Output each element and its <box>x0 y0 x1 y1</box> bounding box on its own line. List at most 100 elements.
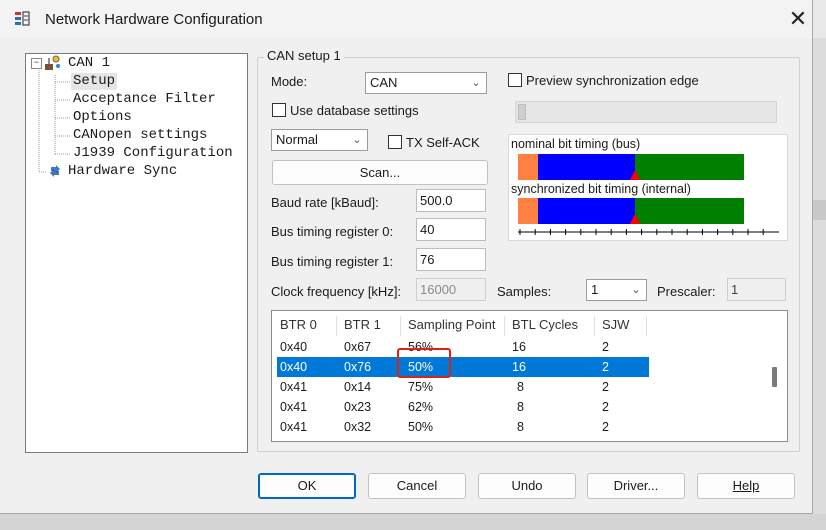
background-window-right-band <box>813 200 826 220</box>
baud-rate-value: 500.0 <box>420 193 453 208</box>
scan-button-label: Scan... <box>359 165 401 180</box>
cell-btr1: 0x14 <box>344 380 372 394</box>
tree-item-canopen-settings[interactable]: CANopen settings <box>73 127 207 144</box>
tree-item-options[interactable]: Options <box>73 109 132 126</box>
tx-self-ack-checkbox[interactable] <box>388 135 402 149</box>
nominal-timing-label: nominal bit timing (bus) <box>511 137 641 151</box>
scan-button[interactable]: Scan... <box>272 160 488 185</box>
cell-btr1: 0x76 <box>344 360 372 374</box>
samples-value: 1 <box>591 282 599 297</box>
sync-edge-slider-thumb[interactable] <box>518 104 526 120</box>
cell-btl-cycles: 8 <box>517 380 524 394</box>
close-icon[interactable]: ✕ <box>789 6 807 31</box>
tree-item-can1[interactable]: CAN 1 <box>68 55 110 72</box>
undo-button-label: Undo <box>511 478 543 493</box>
cell-btl-cycles: 8 <box>517 420 524 434</box>
cell-sjw: 2 <box>602 380 609 394</box>
table-row[interactable]: 0x41 0x23 62% 8 2 <box>277 397 649 417</box>
network-config-icon <box>14 11 30 27</box>
tx-self-ack-label: TX Self-ACK <box>406 135 480 150</box>
tree-item-setup[interactable]: Setup <box>71 73 118 90</box>
column-separator <box>594 316 595 336</box>
baud-rate-label: Baud rate [kBaud]: <box>271 195 379 210</box>
mode-value: CAN <box>370 75 398 90</box>
cell-sjw: 2 <box>602 420 609 434</box>
cell-btr0: 0x40 <box>280 340 308 354</box>
collapse-icon[interactable]: − <box>31 58 42 69</box>
help-button[interactable]: Help <box>697 473 795 499</box>
table-row-selected[interactable]: 0x40 0x76 50% 16 2 <box>277 357 649 377</box>
samples-label: Samples: <box>497 284 552 299</box>
time-axis <box>518 229 779 235</box>
cell-btr0: 0x41 <box>280 380 308 394</box>
column-separator <box>400 316 401 336</box>
use-database-checkbox[interactable] <box>272 103 286 117</box>
btr0-label: Bus timing register 0: <box>271 224 394 239</box>
prescaler-value: 1 <box>731 282 739 297</box>
driver-button-label: Driver... <box>613 478 659 493</box>
annotation-highlight-box <box>397 348 451 378</box>
btr-table[interactable]: BTR 0 BTR 1 Sampling Point BTL Cycles SJ… <box>271 310 788 442</box>
btr1-field[interactable]: 76 <box>416 248 486 271</box>
sync-sample-point-marker <box>630 214 640 224</box>
samples-select[interactable]: 1 ⌄ <box>586 279 647 301</box>
can-setup-group-title: CAN setup 1 <box>264 48 344 63</box>
table-row[interactable]: 0x40 0x67 56% 16 2 <box>277 337 649 357</box>
btr1-value: 76 <box>420 252 435 267</box>
preview-sync-checkbox[interactable] <box>508 73 522 87</box>
baud-rate-field[interactable]: 500.0 <box>416 189 486 212</box>
nominal-prop-segment <box>538 154 635 180</box>
column-separator <box>504 316 505 336</box>
cell-sampling-point: 62% <box>408 400 434 414</box>
table-row[interactable]: 0x41 0x14 75% 8 2 <box>277 377 649 397</box>
cell-btr0: 0x41 <box>280 420 308 434</box>
bit-timing-diagram: nominal bit timing (bus) synchronized bi… <box>508 134 788 241</box>
prescaler-field: 1 <box>727 278 786 301</box>
column-header-sjw[interactable]: SJW <box>602 317 629 332</box>
nominal-sample-point-marker <box>630 170 640 180</box>
tree-item-j1939-configuration[interactable]: J1939 Configuration <box>73 145 233 162</box>
table-row[interactable]: 0x41 0x32 50% 8 2 <box>277 417 649 437</box>
chevron-down-icon: ⌄ <box>352 134 362 146</box>
undo-button[interactable]: Undo <box>478 473 576 499</box>
mode-select[interactable]: CAN ⌄ <box>365 72 487 94</box>
driver-button[interactable]: Driver... <box>587 473 685 499</box>
chevron-down-icon: ⌄ <box>471 77 481 89</box>
close-button[interactable]: ✕ <box>778 4 818 34</box>
window-title: Network Hardware Configuration <box>45 11 263 28</box>
title-bar: Network Hardware Configuration ✕ <box>0 0 812 38</box>
background-window-right <box>813 38 826 518</box>
operating-mode-select[interactable]: Normal ⌄ <box>271 129 368 151</box>
column-header-btl-cycles[interactable]: BTL Cycles <box>512 317 578 332</box>
hardware-sync-icon <box>48 164 62 178</box>
column-separator <box>336 316 337 336</box>
preview-sync-label: Preview synchronization edge <box>526 73 699 88</box>
cell-sjw: 2 <box>602 340 609 354</box>
cancel-button-label: Cancel <box>396 478 438 493</box>
column-header-btr1[interactable]: BTR 1 <box>344 317 381 332</box>
column-header-sampling-point[interactable]: Sampling Point <box>408 317 495 332</box>
chevron-down-icon: ⌄ <box>631 284 641 296</box>
nominal-sync-segment <box>518 154 538 180</box>
cell-btr0: 0x41 <box>280 400 308 414</box>
table-scrollbar-thumb[interactable] <box>772 367 777 387</box>
cell-btr1: 0x67 <box>344 340 372 354</box>
use-database-label: Use database settings <box>290 103 419 118</box>
btr0-field[interactable]: 40 <box>416 218 486 241</box>
ok-button[interactable]: OK <box>258 473 356 499</box>
column-header-btr0[interactable]: BTR 0 <box>280 317 317 332</box>
background-window-bottom <box>0 514 826 530</box>
cell-btr1: 0x32 <box>344 420 372 434</box>
btr1-label: Bus timing register 1: <box>271 254 394 269</box>
config-tree[interactable]: − CAN 1 Setup Acceptance Filter Options … <box>25 53 248 453</box>
can-channel-icon <box>44 55 62 71</box>
tree-item-acceptance-filter[interactable]: Acceptance Filter <box>73 91 216 108</box>
cancel-button[interactable]: Cancel <box>368 473 466 499</box>
sync-phase2-segment <box>635 198 744 224</box>
clock-frequency-field: 16000 <box>416 278 486 301</box>
nominal-phase2-segment <box>635 154 744 180</box>
sync-edge-slider[interactable] <box>515 101 777 123</box>
clock-frequency-label: Clock frequency [kHz]: <box>271 284 402 299</box>
cell-sjw: 2 <box>602 400 609 414</box>
tree-item-hardware-sync[interactable]: Hardware Sync <box>68 163 177 180</box>
